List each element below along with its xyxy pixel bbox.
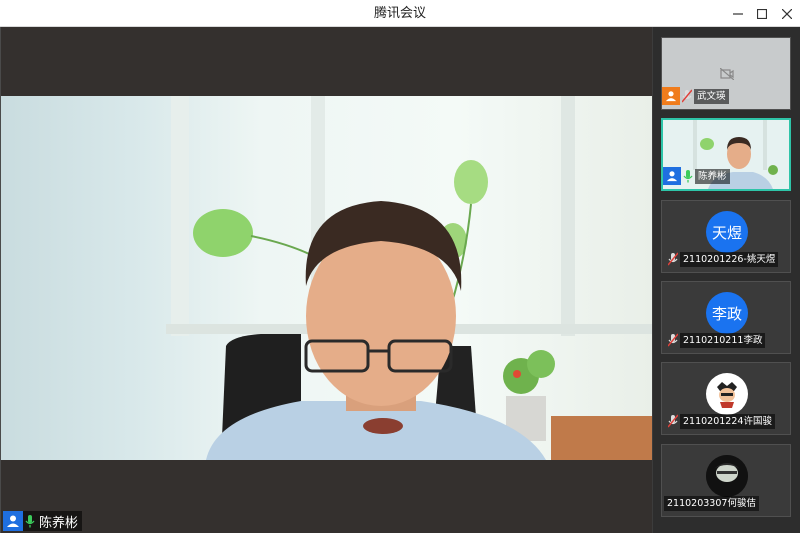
user-icon — [662, 87, 680, 105]
main-video-feed — [1, 96, 653, 460]
participant-name: 2110210211李政 — [680, 332, 766, 348]
mic-muted-icon — [666, 412, 680, 430]
mic-muted-icon — [680, 87, 694, 105]
photo-avatar-icon — [706, 455, 748, 497]
participant-name: 2110203307何骏佶 — [664, 495, 759, 511]
maximize-icon — [757, 8, 767, 19]
participant-name: 陈养彬 — [695, 168, 730, 184]
user-icon — [3, 511, 23, 531]
title-bar: 腾讯会议 — [0, 0, 800, 27]
window-title: 腾讯会议 — [373, 6, 426, 21]
cartoon-avatar-icon — [717, 382, 737, 408]
speaker-name: 陈养彬 — [39, 515, 79, 531]
user-icon — [663, 167, 681, 185]
mic-muted-icon — [666, 250, 680, 268]
participant-name: 武文瑛 — [694, 88, 729, 104]
participant-tile[interactable]: 天煜 2110201226-姚天煜 — [661, 200, 791, 273]
minimize-icon — [733, 12, 743, 15]
participant-tile[interactable]: 2110203307何骏佶 — [661, 444, 791, 517]
mic-on-icon — [23, 511, 37, 531]
maximize-button[interactable] — [749, 0, 775, 27]
participant-tile[interactable]: 武文瑛 — [661, 37, 791, 110]
mic-muted-icon — [666, 331, 680, 349]
mic-on-icon — [681, 167, 695, 185]
participant-name: 2110201224许国骏 — [680, 413, 775, 429]
avatar — [706, 373, 748, 415]
participant-tile-active[interactable]: 陈养彬 — [661, 118, 791, 191]
close-icon — [782, 8, 792, 19]
close-button[interactable] — [774, 0, 800, 27]
avatar: 天煜 — [706, 211, 748, 253]
participant-tile[interactable]: 李政 2110210211李政 — [661, 281, 791, 354]
participant-sidebar: 武文瑛 陈养彬 天煜 2110201226-姚天煜 李政 2110210211李… — [652, 27, 800, 533]
avatar — [706, 455, 748, 497]
participant-tile[interactable]: 2110201224许国骏 — [661, 362, 791, 435]
minimize-button[interactable] — [725, 0, 751, 27]
main-speaker-label: 陈养彬 — [3, 511, 83, 531]
camera-off-icon — [720, 68, 734, 80]
avatar: 李政 — [706, 292, 748, 334]
participant-name: 2110201226-姚天煜 — [680, 251, 779, 267]
main-video-stage[interactable]: 陈养彬 — [0, 27, 653, 533]
